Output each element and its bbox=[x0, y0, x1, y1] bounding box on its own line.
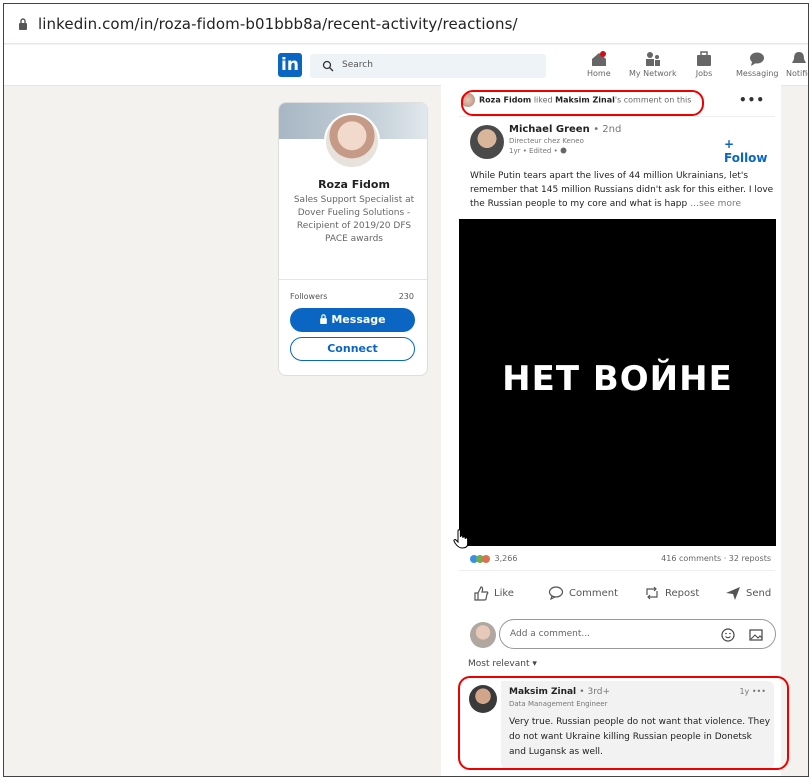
highlight-annotation bbox=[458, 676, 789, 770]
bell-icon bbox=[791, 52, 806, 63]
url-text[interactable]: linkedin.com/in/roza-fidom-b01bbb8a/rece… bbox=[38, 15, 518, 33]
search-icon bbox=[322, 60, 334, 72]
divider bbox=[459, 570, 775, 571]
author-title: Directeur chez Keneo bbox=[509, 137, 584, 145]
connect-button[interactable]: Connect bbox=[290, 337, 415, 361]
divider bbox=[279, 279, 427, 280]
love-reaction-icon bbox=[482, 554, 490, 563]
top-nav: in Search Home My Network Jobs Messaging… bbox=[4, 45, 808, 86]
nav-home[interactable]: Home bbox=[587, 51, 611, 78]
emoji-icon[interactable] bbox=[721, 628, 735, 642]
follow-button[interactable]: + Follow bbox=[724, 137, 781, 165]
avatar[interactable] bbox=[324, 113, 380, 169]
divider bbox=[459, 116, 775, 117]
post-meta: 1yr • Edited • bbox=[509, 147, 567, 155]
lock-icon bbox=[320, 314, 328, 324]
highlight-annotation bbox=[461, 90, 704, 116]
sort-dropdown[interactable]: Most relevant ▾ bbox=[468, 659, 537, 669]
search-input[interactable]: Search bbox=[310, 54, 546, 78]
feed-post: Roza Fidom liked Maksim Zinal's comment … bbox=[441, 83, 781, 776]
search-placeholder: Search bbox=[342, 60, 373, 70]
image-text: НЕТ ВОЙНЕ bbox=[502, 359, 733, 399]
send-icon bbox=[726, 587, 740, 600]
author-name[interactable]: Michael Green • 2nd bbox=[509, 124, 621, 135]
network-icon bbox=[645, 52, 660, 66]
profile-card: Roza Fidom Sales Support Specialist at D… bbox=[278, 102, 428, 376]
address-bar[interactable]: linkedin.com/in/roza-fidom-b01bbb8a/rece… bbox=[4, 4, 808, 44]
profile-headline: Sales Support Specialist at Dover Fuelin… bbox=[293, 195, 415, 244]
globe-icon bbox=[560, 147, 567, 154]
avatar bbox=[470, 622, 496, 648]
message-button[interactable]: Message bbox=[290, 308, 415, 332]
profile-name[interactable]: Roza Fidom bbox=[279, 178, 427, 191]
more-options-button[interactable]: ••• bbox=[739, 93, 765, 107]
like-button[interactable]: Like bbox=[473, 585, 514, 601]
avatar[interactable] bbox=[470, 125, 504, 159]
home-icon bbox=[591, 51, 606, 66]
reactions-summary[interactable]: 3,266 bbox=[470, 554, 517, 563]
like-icon bbox=[474, 586, 489, 601]
comment-placeholder: Add a comment... bbox=[510, 629, 591, 639]
post-text: While Putin tears apart the lives of 44 … bbox=[470, 171, 774, 209]
repost-icon bbox=[646, 586, 658, 600]
comment-input[interactable]: Add a comment... bbox=[499, 619, 776, 649]
nav-notifications[interactable]: Notific bbox=[786, 51, 808, 78]
send-button[interactable]: Send bbox=[725, 585, 771, 601]
browser-window: linkedin.com/in/roza-fidom-b01bbb8a/rece… bbox=[3, 3, 809, 777]
comments-reposts-count[interactable]: 416 comments · 32 reposts bbox=[661, 554, 771, 563]
nav-my-network[interactable]: My Network bbox=[629, 51, 677, 78]
repost-button[interactable]: Repost bbox=[644, 585, 699, 601]
comment-icon bbox=[548, 586, 564, 601]
nav-jobs[interactable]: Jobs bbox=[694, 51, 714, 78]
followers-label: Followers bbox=[290, 292, 328, 301]
lock-icon bbox=[19, 18, 27, 30]
followers-count: 230 bbox=[398, 292, 414, 301]
linkedin-logo[interactable]: in bbox=[278, 53, 302, 77]
see-more-link[interactable]: …see more bbox=[690, 199, 741, 209]
messaging-icon bbox=[750, 52, 765, 66]
jobs-icon bbox=[697, 51, 711, 66]
post-image[interactable]: НЕТ ВОЙНЕ bbox=[459, 219, 776, 546]
image-icon[interactable] bbox=[749, 628, 763, 642]
comment-button[interactable]: Comment bbox=[548, 585, 618, 601]
nav-messaging[interactable]: Messaging bbox=[736, 51, 779, 78]
hand-cursor-icon bbox=[453, 529, 469, 549]
